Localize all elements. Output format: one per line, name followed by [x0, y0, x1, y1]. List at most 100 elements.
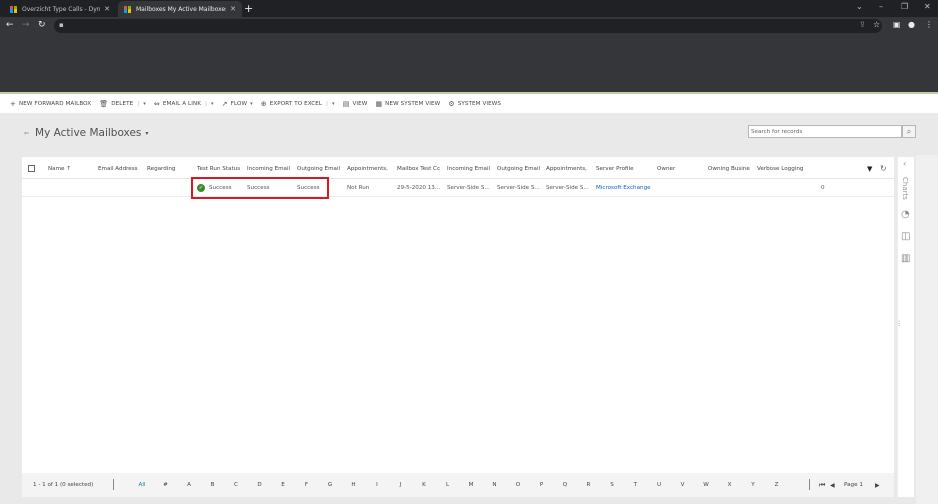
address-bar[interactable]: ▪ [54, 19, 882, 33]
close-window-icon[interactable]: ✕ [924, 2, 931, 11]
first-page-icon[interactable]: ⏮ [819, 481, 825, 490]
forward-icon[interactable]: → [22, 20, 30, 30]
alpha-filter-letter[interactable]: U [653, 482, 665, 488]
view-button[interactable]: ▤ VIEW [343, 100, 368, 108]
alpha-filter-letter[interactable]: A [183, 482, 195, 488]
column-header-owning-business-unit[interactable]: Owning Busine [708, 166, 754, 172]
alpha-filter-letter[interactable]: S [606, 482, 618, 488]
alpha-filter-letter[interactable]: G [324, 482, 336, 488]
profile-icon[interactable]: ● [908, 20, 915, 29]
search-input[interactable]: Search for records [748, 125, 902, 138]
alpha-filter-all[interactable]: All [136, 482, 148, 488]
side-panel-icon[interactable]: ▣ [893, 20, 901, 29]
alpha-filter-letter[interactable]: M [465, 482, 477, 488]
column-header-test-run-status[interactable]: Test Run Status [197, 166, 245, 172]
select-all-checkbox[interactable] [28, 165, 35, 172]
alpha-filter-letter[interactable]: T [630, 482, 642, 488]
filter-icon[interactable]: ▼ [867, 165, 872, 173]
server-profile-link[interactable]: Microsoft Exchange [596, 185, 651, 191]
new-forward-mailbox-button[interactable]: + NEW FORWARD MAILBOX [10, 100, 91, 108]
column-header-appointments-sync[interactable]: Appointments, [546, 166, 592, 172]
gear-icon: ⚙ [448, 99, 455, 108]
alpha-filter-letter[interactable]: L [442, 482, 454, 488]
alpha-filter-letter[interactable]: V [677, 482, 689, 488]
alpha-filter-letter[interactable]: N [489, 482, 501, 488]
email-a-link-button[interactable]: ⇔ EMAIL A LINK | ▾ [154, 100, 214, 108]
column-header-mailbox-test-completed[interactable]: Mailbox Test Cc [397, 166, 443, 172]
alpha-filter-letter[interactable]: J [395, 482, 407, 488]
alpha-filter-letter[interactable]: I [371, 482, 383, 488]
alpha-filter-letter[interactable]: D [254, 482, 266, 488]
close-tab-icon[interactable]: ✕ [104, 5, 110, 13]
alpha-filter-letter[interactable]: Y [747, 482, 759, 488]
charts-pane: ‹ Charts ◔ ◫ ▥ ⋯ [895, 157, 914, 497]
chevron-down-icon[interactable]: ▾ [211, 101, 214, 107]
alpha-filter-letter[interactable]: E [277, 482, 289, 488]
column-header-incoming-email-sync[interactable]: Incoming Email [447, 166, 495, 172]
browser-tab-overzicht[interactable]: Overzicht Type Calls - Dynamics ✕ [4, 1, 116, 17]
records-grid: Name ↑ Email Address Regarding Test Run … [22, 157, 894, 473]
column-header-email-address[interactable]: Email Address [98, 166, 144, 172]
column-header-outgoing-email[interactable]: Outgoing Email [297, 166, 345, 172]
delete-button[interactable]: 🗑 DELETE | ▾ [99, 100, 146, 108]
share-icon[interactable]: ⇪ [859, 20, 866, 29]
highlight-box [191, 177, 329, 199]
alpha-filter-letter[interactable]: K [418, 482, 430, 488]
close-tab-icon[interactable]: ✕ [230, 5, 236, 13]
resize-handle[interactable]: ⋯ [895, 320, 903, 327]
alpha-filter-letter[interactable]: F [301, 482, 313, 488]
new-system-view-button[interactable]: ▦ NEW SYSTEM VIEW [375, 100, 440, 108]
restore-icon[interactable]: ❐ [901, 2, 908, 11]
flow-button[interactable]: ↗ FLOW ▾ [222, 100, 253, 108]
new-tab-button[interactable]: + [244, 2, 253, 15]
alpha-filter-letter[interactable]: B [207, 482, 219, 488]
button-label: EXPORT TO EXCEL [269, 100, 323, 107]
next-page-icon[interactable]: ▶ [875, 482, 880, 489]
alpha-filter-letter[interactable]: W [700, 482, 712, 488]
column-header-server-profile[interactable]: Server Profile [596, 166, 656, 172]
right-gutter [916, 155, 938, 504]
alpha-filter-letter[interactable]: X [724, 482, 736, 488]
bookmark-star-icon[interactable]: ☆ [873, 20, 880, 29]
alpha-filter-letter[interactable]: P [536, 482, 548, 488]
previous-page-icon[interactable]: ◀ [830, 482, 835, 489]
system-views-button[interactable]: ⚙ SYSTEM VIEWS [448, 100, 501, 108]
alpha-filter-letter[interactable]: C [230, 482, 242, 488]
column-header-name[interactable]: Name ↑ [48, 166, 94, 172]
chevron-down-icon[interactable]: ▾ [145, 130, 148, 137]
bar-chart-icon[interactable]: ▥ [901, 253, 910, 264]
alpha-filter-letter[interactable]: # [160, 482, 172, 488]
reload-icon[interactable]: ↻ [38, 20, 46, 30]
column-header-verbose-logging[interactable]: Verbose Logging [757, 166, 817, 172]
view-selector[interactable]: ⇐ My Active Mailboxes ▾ [24, 127, 148, 139]
charts-label[interactable]: Charts [901, 177, 909, 200]
browser-tab-mailboxes[interactable]: Mailboxes My Active Mailboxes - ✕ [118, 1, 242, 17]
microsoft-logo-icon [10, 5, 17, 13]
back-icon[interactable]: ← [6, 20, 14, 30]
chevron-down-icon[interactable]: ▾ [332, 101, 335, 107]
browser-menu-icon[interactable]: ⋮ [925, 20, 933, 29]
alpha-filter-letter[interactable]: Z [771, 482, 783, 488]
export-to-excel-button[interactable]: ⊕ EXPORT TO EXCEL | ▾ [261, 100, 335, 108]
alpha-filter-letter[interactable]: H [348, 482, 360, 488]
column-header-owner[interactable]: Owner [657, 166, 705, 172]
pie-chart-icon[interactable]: ◔ [901, 209, 910, 220]
column-header-outgoing-email-sync[interactable]: Outgoing Email [497, 166, 543, 172]
collapse-charts-icon[interactable]: ‹ [903, 159, 906, 168]
minimize-icon[interactable]: – [879, 2, 883, 11]
alpha-filter-letter[interactable]: Q [559, 482, 571, 488]
column-header-incoming-email[interactable]: Incoming Email [247, 166, 295, 172]
button-label: FLOW [230, 100, 248, 107]
area-chart-icon[interactable]: ◫ [901, 231, 910, 242]
table-row[interactable]: ✓ Success Success Success Not Run 29-5-2… [22, 179, 894, 197]
refresh-icon[interactable]: ↻ [880, 164, 887, 173]
search-icon[interactable]: ⌕ [902, 125, 916, 138]
chevron-down-icon[interactable]: ▾ [143, 101, 146, 107]
column-header-regarding[interactable]: Regarding [147, 166, 193, 172]
column-header-appointments[interactable]: Appointments, [347, 166, 393, 172]
tab-title: Mailboxes My Active Mailboxes - [136, 5, 227, 13]
pin-icon[interactable]: ⇐ [24, 130, 29, 137]
alpha-filter-letter[interactable]: R [583, 482, 595, 488]
tab-search-icon[interactable]: ⌄ [856, 2, 863, 11]
alpha-filter-letter[interactable]: O [512, 482, 524, 488]
